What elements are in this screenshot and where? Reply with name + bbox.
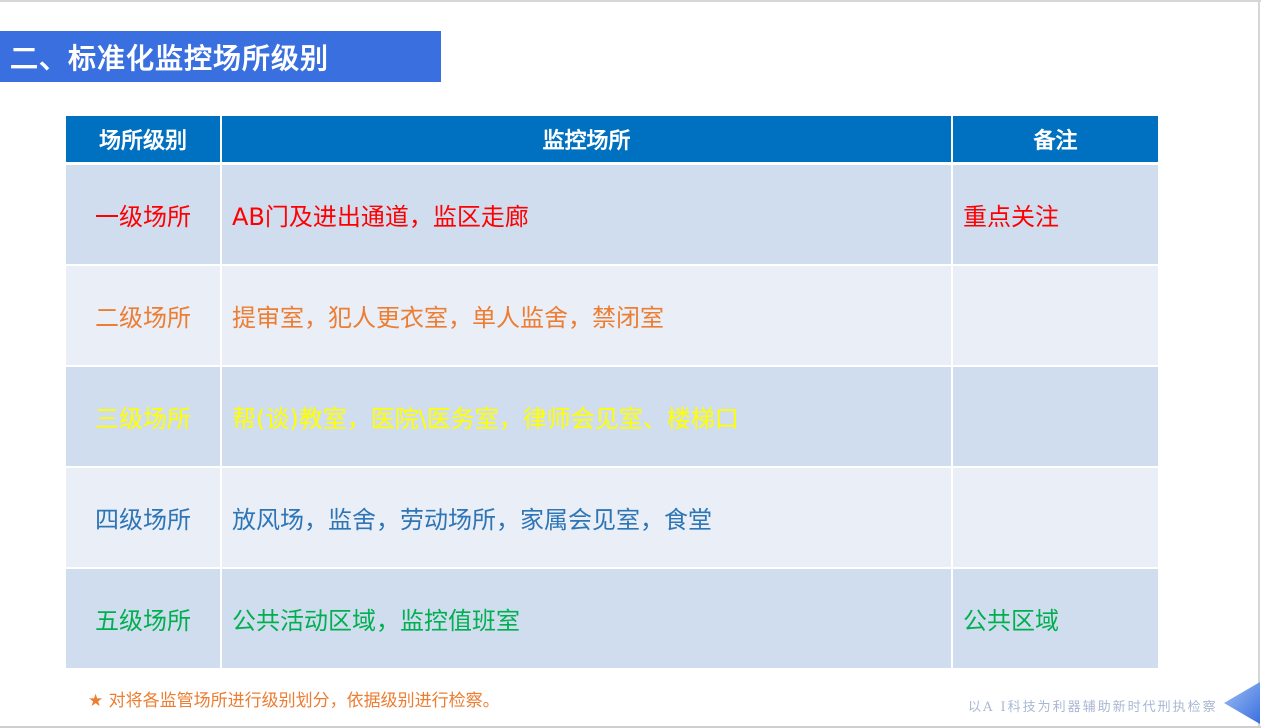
level-cell: 五级场所 (66, 568, 222, 668)
places-cell: 帮(谈)教室，医院\医务室，律师会见室、楼梯口 (221, 366, 953, 468)
level-cell: 二级场所 (66, 265, 222, 367)
table-row: 三级场所 帮(谈)教室，医院\医务室，律师会见室、楼梯口 (66, 366, 1158, 468)
level-cell: 四级场所 (66, 467, 222, 569)
places-cell: AB门及进出通道，监区走廊 (221, 163, 953, 266)
triangle-left-icon (1224, 682, 1260, 724)
header-places: 监控场所 (221, 116, 953, 165)
note-cell: 公共区域 (952, 568, 1158, 668)
slide-border-top (0, 0, 1261, 2)
note-cell (952, 265, 1158, 367)
footnote: ★ 对将各监管场所进行级别划分，依据级别进行检察。 (88, 691, 500, 711)
note-cell (952, 366, 1158, 468)
note-cell: 重点关注 (952, 163, 1158, 266)
level-cell: 一级场所 (66, 163, 222, 266)
places-cell: 放风场，监舍，劳动场所，家属会见室，食堂 (221, 467, 953, 569)
places-cell: 公共活动区域，监控值班室 (221, 568, 953, 668)
level-cell: 三级场所 (66, 366, 222, 468)
footer-slogan: 以A I科技为利器辅助新时代刑执检察 (968, 700, 1218, 715)
slide-border-right (1258, 0, 1260, 728)
places-cell: 提审室，犯人更衣室，单人监舍，禁闭室 (221, 265, 953, 367)
table-header-row: 场所级别 监控场所 备注 (66, 116, 1158, 165)
table-row: 一级场所 AB门及进出通道，监区走廊 重点关注 (66, 163, 1158, 266)
table-row: 五级场所 公共活动区域，监控值班室 公共区域 (66, 568, 1158, 668)
header-level: 场所级别 (66, 116, 222, 165)
note-cell (952, 467, 1158, 569)
table-row: 二级场所 提审室，犯人更衣室，单人监舍，禁闭室 (66, 265, 1158, 367)
table-row: 四级场所 放风场，监舍，劳动场所，家属会见室，食堂 (66, 467, 1158, 569)
monitoring-levels-table: 场所级别 监控场所 备注 一级场所 AB门及进出通道，监区走廊 重点关注 二级场… (66, 116, 1158, 668)
header-note: 备注 (952, 116, 1158, 165)
slide-title: 二、标准化监控场所级别 (0, 31, 441, 82)
